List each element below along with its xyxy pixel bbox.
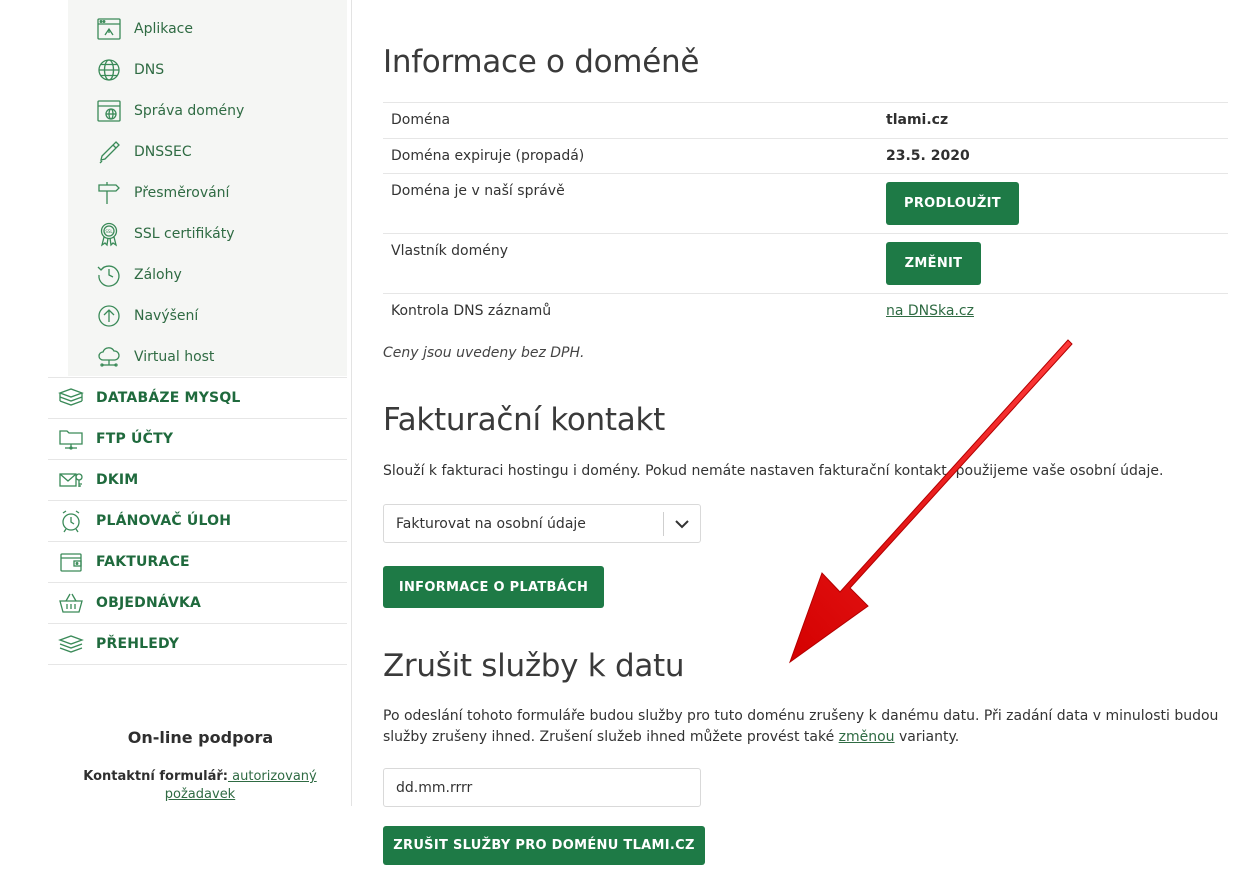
chevron-down-icon [673, 515, 691, 533]
support-contact: Kontaktní formulář: autorizovaný požadav… [80, 768, 320, 804]
sidebar-item-ssl[interactable]: SSL SSL certifikáty [94, 213, 347, 254]
cloud-network-icon [94, 342, 124, 372]
svg-text:SSL: SSL [105, 229, 113, 234]
cancel-title: Zrušit služby k datu [383, 648, 685, 684]
sidebar-item-prehledy[interactable]: PŘEHLEDY [48, 624, 347, 665]
cancel-description-text-end: varianty. [894, 729, 960, 745]
sidebar-item-label: Zálohy [134, 266, 182, 283]
cancel-description-text: Po odeslání tohoto formuláře budou služb… [383, 708, 1219, 745]
sidebar-item-label: DNS [134, 61, 165, 78]
variant-change-link[interactable]: změnou [839, 729, 895, 745]
sidebar-item-label: DATABÁZE MYSQL [96, 390, 241, 406]
app-window-icon [94, 14, 124, 44]
mail-key-icon [54, 465, 88, 495]
support-title: On-line podpora [127, 728, 274, 747]
sidebar-border [351, 0, 352, 806]
sidebar-item-aplikace[interactable]: Aplikace [94, 8, 347, 49]
cancel-description: Po odeslání tohoto formuláře budou služb… [383, 706, 1233, 748]
payment-info-button[interactable]: INFORMACE O PLATBÁCH [383, 566, 604, 608]
sidebar-item-label: Aplikace [134, 20, 193, 37]
ftp-folder-icon [54, 424, 88, 454]
select-value: Fakturovat na osobní údaje [396, 516, 586, 532]
sidebar: Aplikace DNS Správa domény DNSSEC Přesmě… [0, 0, 352, 884]
domain-admin-icon [94, 96, 124, 126]
basket-icon [54, 588, 88, 618]
sidebar-item-navyseni[interactable]: Navýšení [94, 295, 347, 336]
globe-icon [94, 55, 124, 85]
row-label: Vlastník domény [391, 243, 509, 259]
sidebar-item-label: Správa domény [134, 102, 245, 119]
sidebar-item-ftp-ucty[interactable]: FTP ÚČTY [48, 419, 347, 460]
wallet-icon [54, 547, 88, 577]
sidebar-item-label: Přesměrování [134, 184, 230, 201]
sidebar-item-sprava-domeny[interactable]: Správa domény [94, 90, 347, 131]
table-row-managed: Doména je v naší správě PRODLOUŽIT [383, 173, 1228, 233]
row-label: Doména [391, 112, 451, 128]
billing-description: Slouží k fakturaci hostingu i domény. Po… [383, 463, 1164, 479]
backup-clock-icon [94, 260, 124, 290]
domain-info-table: Doména tlami.cz Doména expiruje (propadá… [383, 102, 1228, 328]
cancel-services-button[interactable]: ZRUŠIT SLUŽBY PRO DOMÉNU TLAMI.CZ [383, 826, 705, 865]
sidebar-item-label: DKIM [96, 472, 139, 488]
signpost-icon [94, 178, 124, 208]
table-row-dns-check: Kontrola DNS záznamů na DNSka.cz [383, 293, 1228, 328]
domain-name-value: tlami.cz [886, 112, 949, 128]
sidebar-item-label: FTP ÚČTY [96, 431, 174, 447]
sidebar-item-dns[interactable]: DNS [94, 49, 347, 90]
change-owner-button[interactable]: ZMĚNIT [886, 242, 981, 285]
sidebar-item-zalohy[interactable]: Zálohy [94, 254, 347, 295]
table-row-owner: Vlastník domény ZMĚNIT [383, 233, 1228, 293]
database-icon [54, 383, 88, 413]
expiry-date-value: 23.5. 2020 [886, 148, 970, 164]
domain-info-title: Informace o doméně [383, 44, 700, 80]
alarm-clock-icon [54, 506, 88, 536]
dnska-link[interactable]: na DNSka.cz [886, 303, 974, 319]
sidebar-item-label: Virtual host [134, 348, 215, 365]
extend-button[interactable]: PRODLOUŽIT [886, 182, 1019, 225]
select-separator [663, 512, 664, 536]
sidebar-item-objednavka[interactable]: OBJEDNÁVKA [48, 583, 347, 624]
arrow-up-circle-icon [94, 301, 124, 331]
support-contact-label: Kontaktní formulář: [83, 769, 229, 784]
ssl-badge-icon: SSL [94, 219, 124, 249]
row-label: Doména je v naší správě [391, 183, 565, 199]
row-label: Doména expiruje (propadá) [391, 148, 585, 164]
sidebar-item-label: FAKTURACE [96, 554, 190, 570]
sidebar-item-databaze-mysql[interactable]: DATABÁZE MYSQL [48, 378, 347, 419]
sidebar-item-label: DNSSEC [134, 143, 192, 160]
billing-contact-select[interactable]: Fakturovat na osobní údaje [383, 504, 701, 543]
sidebar-item-dnssec[interactable]: DNSSEC [94, 131, 347, 172]
sidebar-item-label: OBJEDNÁVKA [96, 595, 202, 611]
price-note: Ceny jsou uvedeny bez DPH. [383, 345, 585, 361]
stack-icon [54, 629, 88, 659]
sidebar-item-label: SSL certifikáty [134, 225, 235, 242]
sidebar-item-label: PLÁNOVAČ ÚLOH [96, 513, 232, 529]
sidebar-item-label: Navýšení [134, 307, 199, 324]
sidebar-item-presmerovani[interactable]: Přesměrování [94, 172, 347, 213]
cancel-date-input[interactable] [383, 768, 701, 807]
annotation-arrow-icon [788, 339, 1073, 664]
table-row-domain: Doména tlami.cz [383, 102, 1228, 138]
sidebar-item-virtual-host[interactable]: Virtual host [94, 336, 347, 377]
row-label: Kontrola DNS záznamů [391, 303, 552, 319]
sidebar-item-planovac-uloh[interactable]: PLÁNOVAČ ÚLOH [48, 501, 347, 542]
billing-title: Fakturační kontakt [383, 402, 665, 438]
sidebar-item-fakturace[interactable]: FAKTURACE [48, 542, 347, 583]
sidebar-item-label: PŘEHLEDY [96, 636, 180, 652]
sidebar-item-dkim[interactable]: DKIM [48, 460, 347, 501]
key-pen-icon [94, 137, 124, 167]
table-row-expires: Doména expiruje (propadá) 23.5. 2020 [383, 138, 1228, 173]
